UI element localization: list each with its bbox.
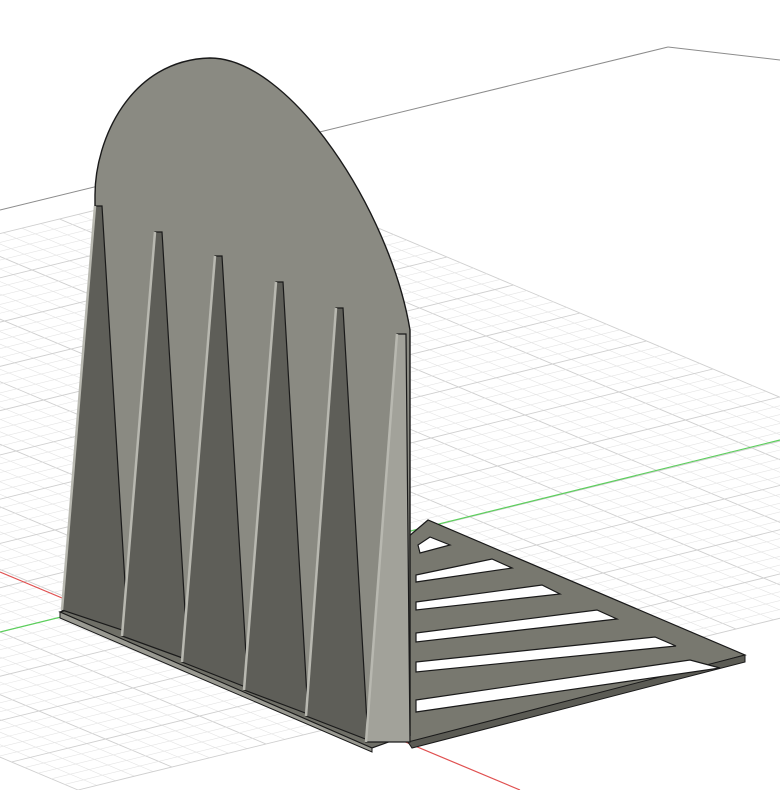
3d-scene[interactable]: .plate { fill: #8a8a82; stroke: #1a1a1a;… bbox=[0, 0, 780, 790]
grid-boundary-line bbox=[667, 46, 780, 61]
base-frame[interactable] bbox=[394, 519, 747, 749]
3d-viewport[interactable]: .plate { fill: #8a8a82; stroke: #1a1a1a;… bbox=[0, 0, 780, 790]
bookend-model[interactable] bbox=[58, 57, 747, 753]
